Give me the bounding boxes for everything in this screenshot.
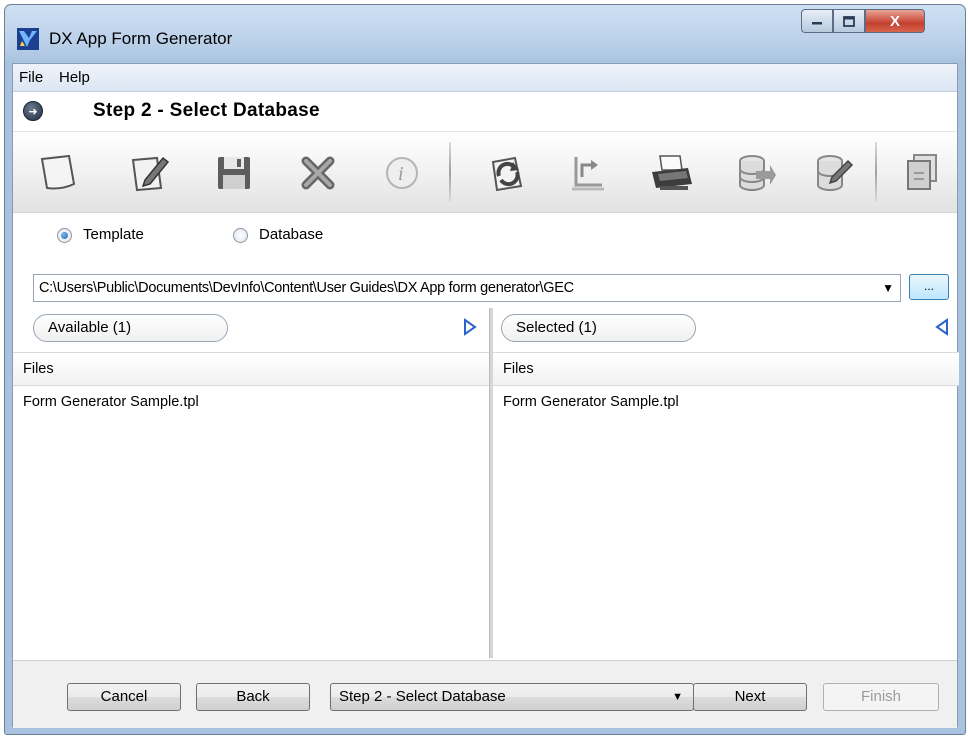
save-icon [218, 157, 250, 189]
selected-header: Selected (1) [493, 308, 959, 348]
move-left-button[interactable] [933, 318, 951, 336]
print-icon [652, 155, 692, 190]
available-file-item[interactable]: Form Generator Sample.tpl [23, 394, 199, 410]
step-select[interactable]: Step 2 - Select Database ▼ [330, 683, 694, 711]
print-button[interactable] [647, 148, 697, 198]
template-radio-label[interactable]: Template [83, 226, 144, 243]
path-value: C:\Users\Public\Documents\DevInfo\Conten… [39, 280, 574, 296]
menu-bar: File Help [13, 64, 957, 92]
edit-button[interactable] [125, 148, 175, 198]
window-icon [907, 154, 937, 190]
close-icon: X [889, 12, 900, 30]
menu-help[interactable]: Help [59, 69, 90, 86]
available-label: Available (1) [33, 314, 228, 342]
template-radio[interactable] [57, 228, 72, 243]
client-area: File Help ➜ Step 2 - Select Database i T… [12, 63, 959, 728]
toolbar: i [13, 131, 957, 213]
path-combobox[interactable]: C:\Users\Public\Documents\DevInfo\Conten… [33, 274, 901, 302]
wizard-footer: Cancel Back Step 2 - Select Database ▼ N… [13, 660, 957, 728]
window-button[interactable] [897, 148, 947, 198]
toolbar-separator [449, 142, 451, 202]
window-title: DX App Form Generator [49, 29, 233, 48]
menu-file[interactable]: File [19, 69, 43, 86]
delete-button[interactable] [293, 148, 343, 198]
minimize-button[interactable] [801, 9, 833, 33]
database-edit-icon [817, 155, 854, 191]
toolbar-separator [875, 142, 877, 202]
database-export-icon [739, 155, 776, 191]
delete-icon [301, 156, 335, 190]
save-button[interactable] [209, 148, 259, 198]
arrow-left-icon [935, 318, 948, 336]
refresh-icon [491, 156, 523, 192]
info-button[interactable]: i [377, 148, 427, 198]
available-header: Available (1) [13, 308, 489, 348]
svg-text:i: i [398, 163, 404, 185]
title-bar[interactable]: DX App Form Generator X [5, 5, 965, 63]
selected-label: Selected (1) [501, 314, 696, 342]
info-icon: i [386, 157, 418, 189]
move-right-button[interactable] [461, 318, 479, 336]
import-button[interactable] [563, 148, 613, 198]
new-button[interactable] [33, 148, 83, 198]
chevron-down-icon[interactable]: ▼ [882, 281, 894, 295]
selected-files-column[interactable]: Files [493, 352, 959, 386]
step-select-value: Step 2 - Select Database [339, 688, 506, 705]
database-export-button[interactable] [731, 148, 781, 198]
browse-button[interactable]: ... [909, 274, 949, 300]
available-files-column[interactable]: Files [13, 352, 489, 386]
maximize-icon [843, 15, 855, 27]
maximize-button[interactable] [833, 9, 865, 33]
app-logo-icon [17, 28, 39, 50]
selected-file-item[interactable]: Form Generator Sample.tpl [503, 394, 679, 410]
refresh-button[interactable] [483, 148, 533, 198]
chevron-down-icon: ▼ [672, 691, 683, 703]
back-button[interactable]: Back [196, 683, 310, 711]
arrow-right-circle-icon: ➜ [23, 101, 43, 121]
arrow-right-icon [464, 318, 477, 336]
app-window: DX App Form Generator X File Help ➜ Step… [4, 4, 966, 735]
import-icon [572, 157, 604, 191]
next-button[interactable]: Next [693, 683, 807, 711]
close-button[interactable]: X [865, 9, 925, 33]
available-pane: Available (1) Files Form Generator Sampl… [13, 308, 489, 658]
minimize-icon [812, 22, 822, 25]
finish-button[interactable]: Finish [823, 683, 939, 711]
database-radio-label[interactable]: Database [259, 226, 323, 243]
step-title: Step 2 - Select Database [93, 100, 320, 121]
edit-icon [131, 156, 170, 192]
step-header: ➜ Step 2 - Select Database [13, 93, 957, 131]
cancel-button[interactable]: Cancel [67, 683, 181, 711]
selected-pane: Selected (1) Files Form Generator Sample… [493, 308, 959, 658]
database-radio[interactable] [233, 228, 248, 243]
source-radio-group: Template Database [13, 222, 957, 252]
database-edit-button[interactable] [809, 148, 859, 198]
new-icon [40, 154, 76, 190]
